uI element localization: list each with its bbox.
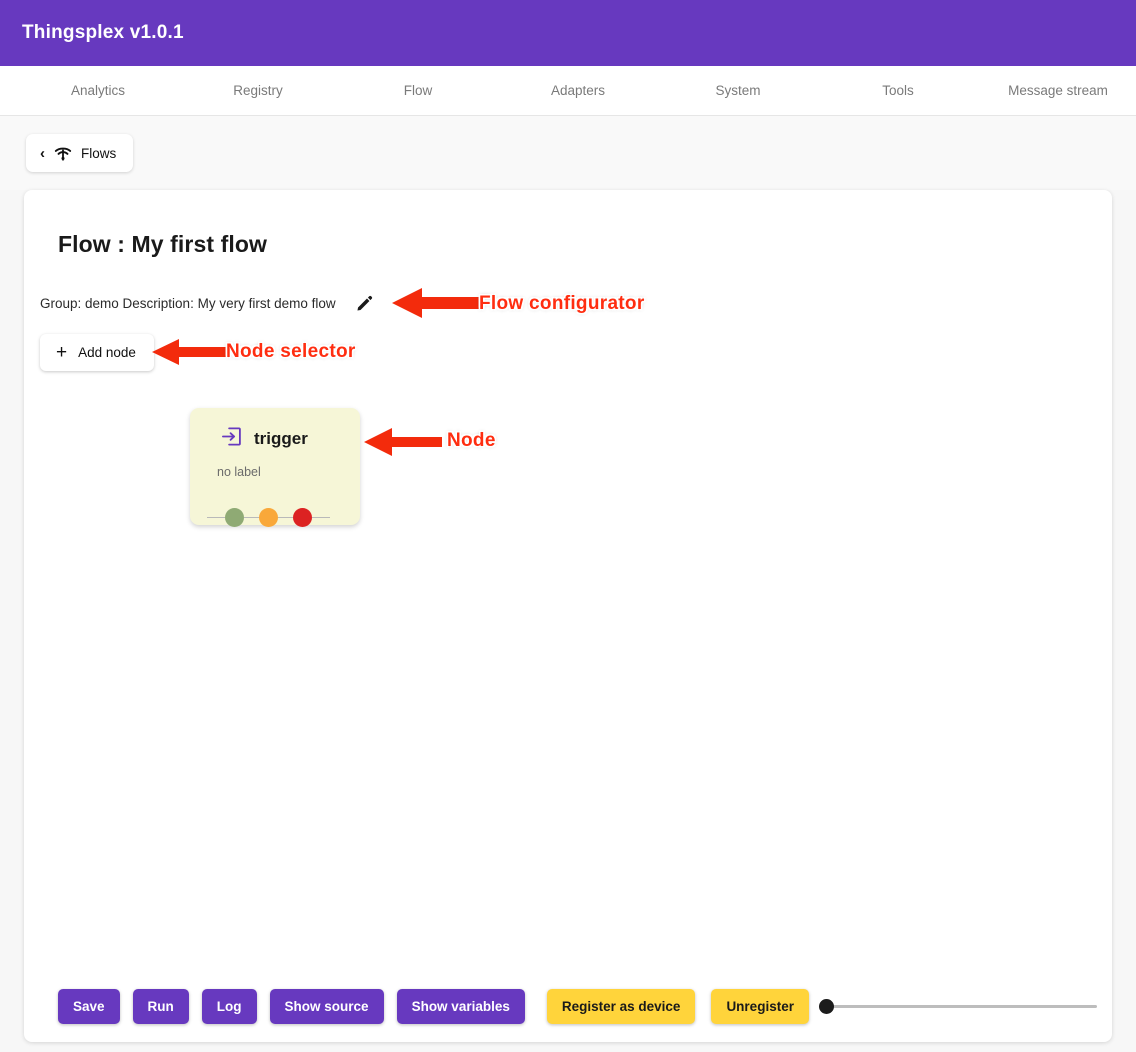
breadcrumb-flows-button[interactable]: ‹ Flows: [26, 134, 134, 172]
login-icon: [221, 426, 242, 452]
warning-port[interactable]: [259, 508, 278, 527]
annotation-flow-configurator: Flow configurator: [479, 293, 645, 314]
nav-item-system[interactable]: System: [658, 83, 818, 98]
nav-item-message-stream[interactable]: Message stream: [978, 83, 1136, 98]
slider-thumb[interactable]: [818, 999, 834, 1014]
chevron-left-icon: ‹: [40, 144, 45, 162]
error-port[interactable]: [293, 508, 312, 527]
nav-item-flow[interactable]: Flow: [338, 83, 498, 98]
annotation-arrow-flow-configurator: [392, 288, 480, 318]
flow-node-trigger[interactable]: trigger no label: [190, 408, 360, 527]
node-title: trigger: [254, 429, 308, 448]
plus-icon: +: [56, 342, 68, 363]
save-button[interactable]: Save: [58, 989, 120, 1024]
port-connector: [278, 517, 293, 518]
wifi-icon: [54, 146, 72, 161]
show-source-button[interactable]: Show source: [269, 989, 384, 1024]
add-node-label: Add node: [78, 345, 136, 360]
flow-meta-row: Group: demo Description: My very first d…: [40, 294, 374, 313]
pencil-icon[interactable]: [355, 294, 374, 313]
success-port[interactable]: [225, 508, 244, 527]
port-connector: [207, 517, 225, 518]
show-variables-button[interactable]: Show variables: [396, 989, 525, 1024]
annotation-node: Node: [447, 430, 496, 451]
run-button[interactable]: Run: [132, 989, 189, 1024]
annotation-arrow-node-selector: [152, 339, 228, 365]
nav-item-analytics[interactable]: Analytics: [18, 83, 178, 98]
nav-item-tools[interactable]: Tools: [818, 83, 978, 98]
log-button[interactable]: Log: [201, 989, 257, 1024]
node-header: trigger: [190, 408, 360, 452]
unregister-button[interactable]: Unregister: [711, 989, 809, 1024]
zoom-slider[interactable]: [818, 998, 1097, 1016]
flow-meta-text: Group: demo Description: My very first d…: [40, 296, 336, 311]
nav-item-registry[interactable]: Registry: [178, 83, 338, 98]
annotation-node-selector: Node selector: [226, 341, 356, 362]
slider-track: [825, 1005, 1097, 1008]
port-connector: [312, 517, 330, 518]
node-subtitle: no label: [217, 465, 261, 479]
register-as-device-button[interactable]: Register as device: [546, 989, 696, 1024]
breadcrumb-label: Flows: [81, 145, 117, 161]
action-bar: Save Run Log Show source Show variables …: [34, 989, 1109, 1024]
main-navigation: Analytics Registry Flow Adapters System …: [0, 66, 1136, 116]
breadcrumb-bar: ‹ Flows: [0, 116, 1136, 190]
app-header: Thingsplex v1.0.1: [0, 0, 1136, 66]
page-title: Flow : My first flow: [58, 231, 267, 257]
port-connector: [244, 517, 259, 518]
annotation-arrow-node: [364, 428, 442, 456]
add-node-button[interactable]: + Add node: [40, 334, 154, 371]
flow-editor-card: Flow : My first flow Group: demo Descrip…: [24, 190, 1112, 1042]
node-ports: [207, 508, 330, 527]
nav-item-adapters[interactable]: Adapters: [498, 83, 658, 98]
app-title: Thingsplex v1.0.1: [22, 22, 184, 43]
